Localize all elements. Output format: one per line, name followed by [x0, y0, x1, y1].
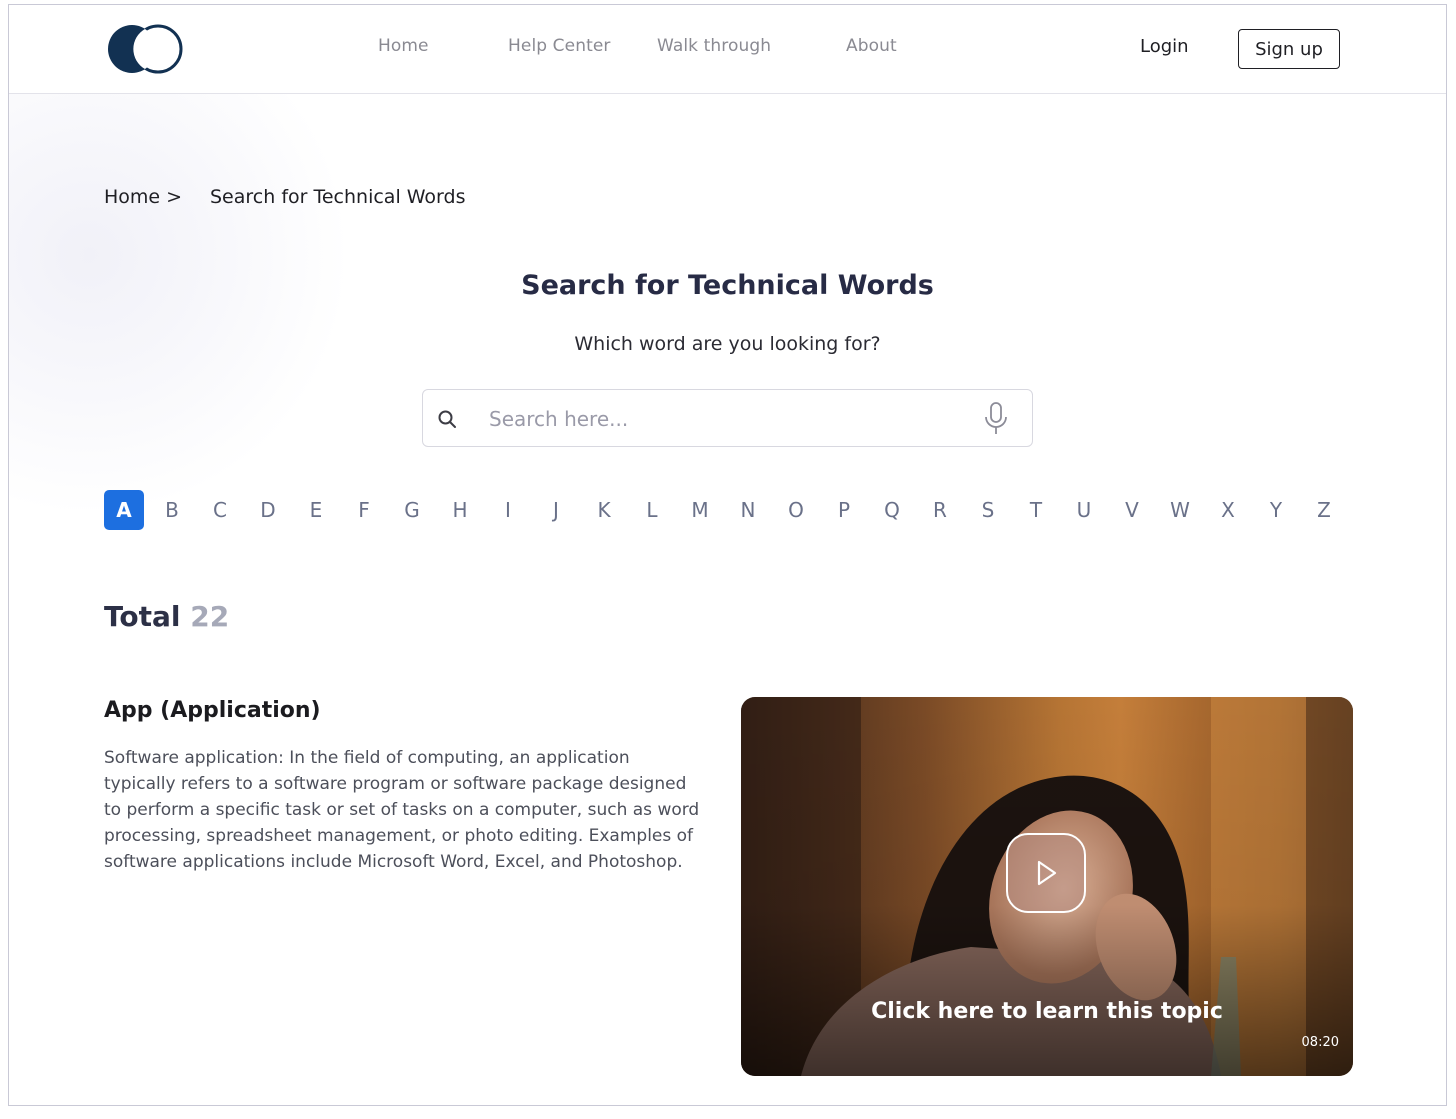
letter-o[interactable]: O	[776, 490, 816, 530]
top-navbar: Home Help Center Walk through About Logi…	[9, 5, 1446, 94]
breadcrumb-current: Search for Technical Words	[210, 186, 466, 208]
microphone-icon[interactable]	[983, 402, 1009, 436]
term-title: App (Application)	[104, 698, 321, 723]
letter-v[interactable]: V	[1112, 490, 1152, 530]
letter-k[interactable]: K	[584, 490, 624, 530]
breadcrumb-home[interactable]: Home >	[104, 186, 182, 208]
signup-button[interactable]: Sign up	[1238, 29, 1340, 69]
letter-h[interactable]: H	[440, 490, 480, 530]
letter-a[interactable]: A	[104, 490, 144, 530]
video-card[interactable]: Click here to learn this topic 08:20	[741, 697, 1353, 1076]
nav-help-center[interactable]: Help Center	[508, 36, 610, 56]
login-link[interactable]: Login	[1140, 36, 1189, 57]
search-input[interactable]	[487, 400, 971, 438]
letter-s[interactable]: S	[968, 490, 1008, 530]
letter-n[interactable]: N	[728, 490, 768, 530]
letter-l[interactable]: L	[632, 490, 672, 530]
video-caption: Click here to learn this topic	[871, 999, 1223, 1024]
results-total: Total 22	[104, 600, 229, 633]
play-button[interactable]	[1006, 833, 1086, 913]
search-icon[interactable]	[437, 409, 457, 429]
nav-about[interactable]: About	[846, 36, 897, 56]
letter-r[interactable]: R	[920, 490, 960, 530]
letter-g[interactable]: G	[392, 490, 432, 530]
total-count: 22	[190, 600, 230, 633]
letter-c[interactable]: C	[200, 490, 240, 530]
letter-w[interactable]: W	[1160, 490, 1200, 530]
letter-i[interactable]: I	[488, 490, 528, 530]
letter-p[interactable]: P	[824, 490, 864, 530]
letter-m[interactable]: M	[680, 490, 720, 530]
alphabet-filter: ABCDEFGHIJKLMNOPQRSTUVWXYZ	[104, 490, 1344, 530]
letter-b[interactable]: B	[152, 490, 192, 530]
video-duration: 08:20	[1301, 1035, 1339, 1050]
letter-j[interactable]: J	[536, 490, 576, 530]
letter-z[interactable]: Z	[1304, 490, 1344, 530]
letter-d[interactable]: D	[248, 490, 288, 530]
letter-e[interactable]: E	[296, 490, 336, 530]
play-icon	[1037, 860, 1057, 886]
nav-home[interactable]: Home	[378, 36, 429, 56]
letter-f[interactable]: F	[344, 490, 384, 530]
search-bar	[422, 389, 1033, 447]
letter-y[interactable]: Y	[1256, 490, 1296, 530]
nav-walk-through[interactable]: Walk through	[657, 36, 771, 56]
total-label: Total	[104, 600, 181, 633]
page-frame: Home Help Center Walk through About Logi…	[8, 4, 1447, 1106]
page-subtitle: Which word are you looking for?	[574, 333, 881, 355]
page-title: Search for Technical Words	[521, 270, 934, 301]
letter-x[interactable]: X	[1208, 490, 1248, 530]
letter-t[interactable]: T	[1016, 490, 1056, 530]
brand-logo[interactable]	[107, 24, 185, 74]
term-description: Software application: In the field of co…	[104, 748, 700, 872]
letter-u[interactable]: U	[1064, 490, 1104, 530]
letter-q[interactable]: Q	[872, 490, 912, 530]
